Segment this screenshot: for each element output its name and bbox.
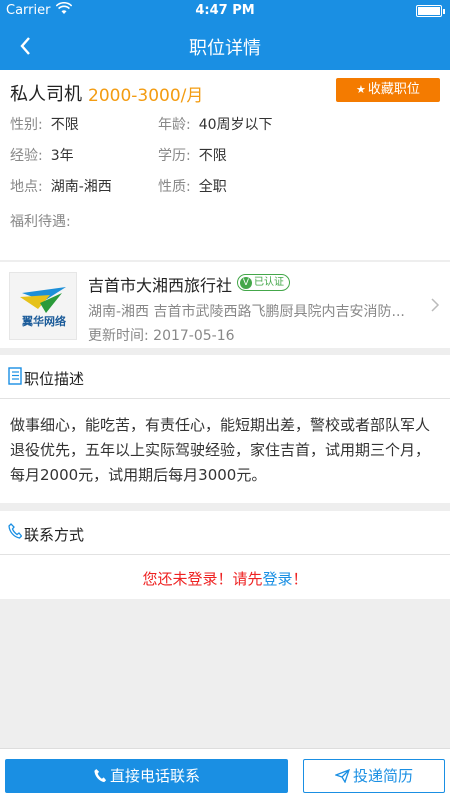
detail-gender: 性别: 不限 [10, 114, 79, 134]
detail-value: 不限 [198, 148, 227, 164]
send-icon [334, 762, 351, 794]
page-title: 职位详情 [189, 38, 261, 59]
company-logo: 翼华网络 [9, 272, 77, 340]
company-address: 湖南-湘西 吉首市武陵西路飞鹏厨具院内吉安消防... [88, 304, 405, 320]
phone-icon [8, 523, 23, 543]
phone-icon [93, 761, 107, 795]
detail-benefits: 福利待遇: [10, 211, 71, 231]
detail-label: 地点: [10, 179, 43, 195]
detail-job-type: 性质: 全职 [158, 176, 227, 196]
contact-header: 联系方式 [0, 511, 450, 555]
battery-icon [416, 5, 445, 17]
detail-value: 不限 [50, 117, 79, 133]
description-text: 做事细心，能吃苦，有责任心，能短期出差，警校或者部队军人退役优先，五年以上实际驾… [10, 416, 431, 484]
verified-icon: V [240, 277, 252, 289]
call-button[interactable]: 直接电话联系 [5, 759, 288, 793]
detail-location: 地点: 湖南-湘西 [10, 176, 112, 196]
document-icon [8, 367, 22, 389]
detail-value: 3年 [50, 148, 74, 164]
detail-experience: 经验: 3年 [10, 145, 74, 165]
favorite-label: 收藏职位 [367, 82, 420, 97]
notice-suffix: ！ [292, 570, 308, 588]
job-title: 私人司机 [10, 84, 82, 105]
contact-card: 联系方式 您还未登录！请先登录！ [0, 511, 450, 599]
logo-text: 翼华网络 [21, 314, 66, 328]
detail-label: 性质: [158, 179, 191, 195]
login-notice: 您还未登录！请先登录！ [0, 568, 450, 589]
description-header: 职位描述 [0, 355, 450, 399]
detail-value: 全职 [198, 179, 227, 195]
status-bar: Carrier 4:47 PM [0, 0, 450, 22]
detail-label: 学历: [158, 148, 191, 164]
company-card[interactable]: 翼华网络 吉首市大湘西旅行社 V 已认证 湖南-湘西 吉首市武陵西路飞鹏厨具院内吉… [0, 262, 450, 348]
job-description-card: 职位描述 做事细心，能吃苦，有责任心，能短期出差，警校或者部队军人退役优先，五年… [0, 355, 450, 503]
job-salary: 2000-3000/月 [88, 86, 204, 106]
nav-bar: 职位详情 [0, 22, 450, 70]
verified-badge: V 已认证 [237, 274, 290, 291]
detail-label: 年龄: [158, 117, 191, 133]
apply-button[interactable]: 投递简历 [303, 759, 445, 793]
company-updated: 更新时间: 2017-05-16 [88, 328, 235, 344]
star-icon: ★ [356, 83, 366, 96]
call-label: 直接电话联系 [109, 767, 200, 785]
detail-label: 性别: [10, 117, 43, 133]
notice-prefix: 您还未登录！请先 [142, 570, 263, 588]
chevron-right-icon [430, 294, 440, 318]
company-name: 吉首市大湘西旅行社 [88, 276, 233, 295]
detail-education: 学历: 不限 [158, 145, 227, 165]
job-info-card: 私人司机 2000-3000/月 ★ 收藏职位 性别: 不限 年龄: 40周岁以下 经… [0, 70, 450, 260]
detail-value: 湖南-湘西 [50, 179, 112, 195]
detail-value: 40周岁以下 [198, 117, 273, 133]
detail-age: 年龄: 40周岁以下 [158, 114, 273, 134]
apply-label: 投递简历 [352, 767, 413, 785]
login-link[interactable]: 登录 [262, 570, 292, 588]
bottom-action-bar: 直接电话联系 投递简历 [0, 748, 450, 800]
benefits-label: 福利待遇: [10, 214, 71, 230]
contact-title: 联系方式 [24, 526, 85, 544]
favorite-job-button[interactable]: ★ 收藏职位 [336, 78, 440, 102]
verified-label: 已认证 [254, 277, 284, 288]
detail-label: 经验: [10, 148, 43, 164]
clock: 4:47 PM [195, 3, 255, 18]
description-title: 职位描述 [24, 370, 85, 388]
